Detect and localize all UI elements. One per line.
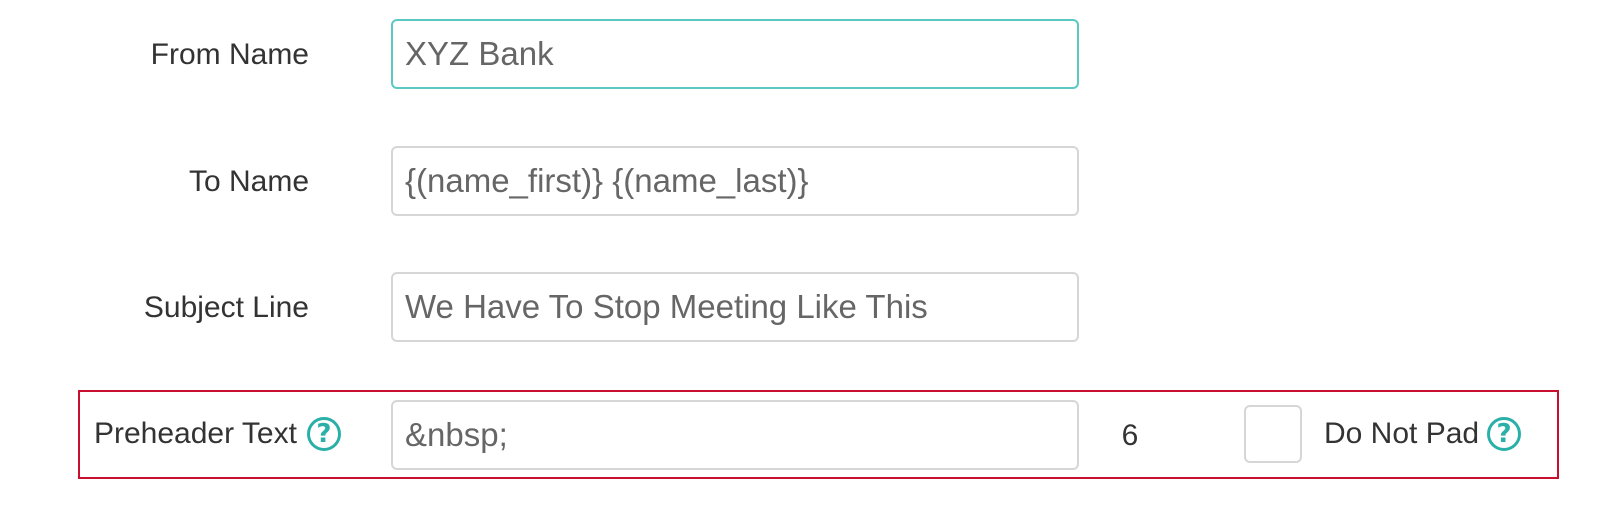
do-not-pad-label: Do Not Pad — [1324, 417, 1480, 450]
from-name-input[interactable] — [391, 19, 1079, 89]
preheader-label-group: Preheader Text ? — [94, 416, 341, 452]
to-name-input[interactable] — [391, 146, 1079, 216]
do-not-pad-checkbox[interactable] — [1244, 405, 1302, 463]
subject-line-label: Subject Line — [143, 291, 309, 324]
preheader-char-count: 6 — [1121, 419, 1139, 452]
question-circle-icon[interactable]: ? — [306, 417, 341, 451]
subject-line-input[interactable] — [391, 272, 1079, 342]
preheader-text-label: Preheader Text — [94, 417, 297, 450]
do-not-pad-label-group: Do Not Pad ? — [1324, 416, 1522, 452]
from-name-label: From Name — [150, 38, 309, 71]
to-name-label: To Name — [188, 165, 309, 198]
question-circle-icon[interactable]: ? — [1487, 417, 1522, 451]
preheader-text-input[interactable] — [391, 400, 1079, 470]
